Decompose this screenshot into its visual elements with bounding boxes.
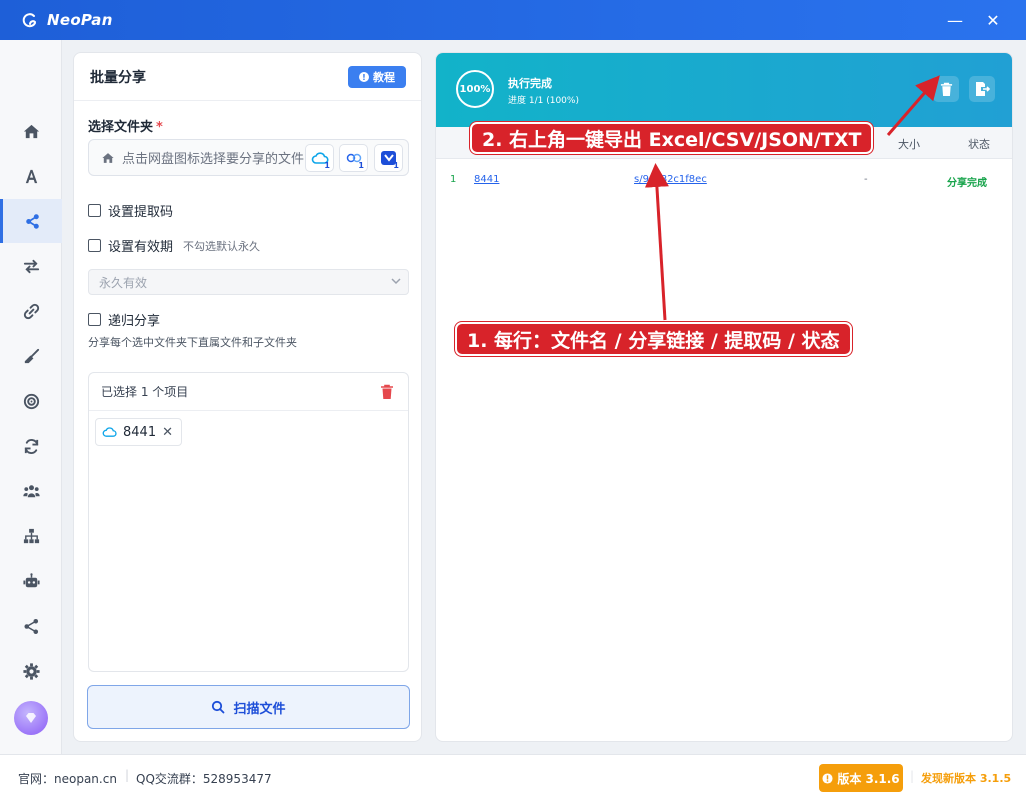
- nav-sitemap[interactable]: [0, 514, 62, 558]
- cloud-drive-button-3[interactable]: 1: [374, 144, 403, 172]
- recursive-label: 递归分享: [108, 314, 161, 329]
- version-label: 版本 3.1.6: [837, 771, 900, 786]
- remove-item-icon[interactable]: ✕: [162, 425, 173, 440]
- home-icon: [23, 124, 39, 138]
- broom-icon: [24, 348, 39, 363]
- new-version-link[interactable]: 发现新版本 3.1.5: [921, 770, 1011, 786]
- nav-users[interactable]: [0, 469, 62, 513]
- row-annotation: 1. 每行：文件名 / 分享链接 / 提取码 / 状态: [455, 322, 852, 356]
- version-badge[interactable]: 版本 3.1.6: [819, 764, 903, 792]
- nav-share-alt[interactable]: [0, 604, 62, 648]
- recursive-option[interactable]: 递归分享: [88, 310, 160, 329]
- gear-icon: [22, 662, 40, 680]
- selected-items-box: 已选择 1 个项目 8441 ✕: [88, 372, 409, 672]
- row-size: -: [864, 174, 868, 185]
- column-status: 状态: [968, 138, 990, 151]
- qq-group: QQ交流群：528953477: [136, 772, 272, 786]
- share-alt-icon: [23, 618, 38, 634]
- export-button[interactable]: [969, 76, 995, 102]
- table-row: 1 8441 s/9xe82c1f8ec - 分享完成: [436, 168, 1012, 194]
- status-progress: 进度 1/1 (100%): [508, 96, 579, 106]
- share-nodes-icon: [26, 213, 39, 229]
- expiry-select-value: 永久有效: [99, 275, 148, 290]
- expiry-select[interactable]: 永久有效: [88, 269, 409, 295]
- user-avatar[interactable]: [14, 701, 48, 735]
- nav-sync[interactable]: [0, 424, 62, 468]
- info-icon: [822, 772, 833, 784]
- chevron-down-icon: [391, 278, 401, 285]
- set-expiry-option[interactable]: 设置有效期 不勾选默认永久: [88, 236, 260, 255]
- nav-clean[interactable]: [0, 334, 62, 378]
- cloud-icon: [102, 427, 117, 437]
- expiry-hint: 不勾选默认永久: [183, 239, 261, 253]
- sync-icon: [24, 438, 38, 454]
- status-title: 执行完成: [508, 77, 552, 90]
- folder-label: 选择文件夹 *: [88, 120, 163, 135]
- nav-robot[interactable]: [0, 559, 62, 603]
- folder-input[interactable]: 点击网盘图标选择要分享的文件夹 1 1 1: [88, 139, 409, 176]
- set-expiry-checkbox[interactable]: [88, 239, 101, 252]
- robot-icon: [22, 572, 40, 587]
- panel-title: 批量分享: [90, 69, 146, 86]
- set-expiry-label: 设置有效期: [108, 240, 174, 255]
- result-header: 100% 执行完成 进度 1/1 (100%): [436, 53, 1012, 127]
- nav-font[interactable]: [0, 154, 62, 198]
- nav-link[interactable]: [0, 289, 62, 333]
- footer-separator: |: [125, 768, 130, 782]
- clear-results-button[interactable]: [933, 76, 959, 102]
- sitemap-icon: [23, 528, 39, 543]
- set-code-checkbox[interactable]: [88, 204, 101, 217]
- export-annotation: 2. 右上角一键导出 Excel/CSV/JSON/TXT: [470, 122, 874, 154]
- font-icon: [25, 169, 37, 183]
- search-icon: [212, 700, 225, 714]
- export-icon: [976, 82, 990, 96]
- info-icon: !: [359, 72, 369, 82]
- folder-placeholder: 点击网盘图标选择要分享的文件夹: [122, 152, 304, 167]
- nav-target[interactable]: [0, 379, 62, 423]
- nav-settings[interactable]: [0, 649, 62, 693]
- title-bar: NeoPan — ✕: [0, 0, 1026, 40]
- selected-count: 已选择 1 个项目: [101, 385, 189, 399]
- set-code-option[interactable]: 设置提取码: [88, 201, 173, 220]
- selected-header: 已选择 1 个项目: [89, 373, 408, 411]
- gem-icon: [26, 713, 36, 723]
- scan-label: 扫描文件: [233, 701, 286, 717]
- nav-home[interactable]: [0, 109, 62, 153]
- panel-header: 批量分享 ! 教程: [74, 53, 421, 101]
- status-bar: 官网：neopan.cn | QQ交流群：528953477 版本 3.1.6 …: [0, 754, 1026, 800]
- selected-item-chip: 8441 ✕: [95, 418, 182, 446]
- trash-icon[interactable]: [380, 384, 394, 400]
- close-button[interactable]: ✕: [970, 0, 1016, 40]
- recursive-checkbox[interactable]: [88, 313, 101, 326]
- target-icon: [23, 393, 39, 409]
- batch-share-panel: 批量分享 ! 教程 选择文件夹 * 点击网盘图标选择要分享的文件夹 1 1 1 设…: [73, 52, 422, 742]
- column-size: 大小: [898, 138, 920, 151]
- nav-share[interactable]: [0, 199, 62, 243]
- footer-separator: |: [910, 769, 915, 783]
- set-code-label: 设置提取码: [108, 205, 174, 220]
- row-filename[interactable]: 8441: [474, 174, 499, 185]
- link-icon: [23, 303, 39, 319]
- progress-ring: 100%: [456, 70, 494, 108]
- cloud-drive-button-1[interactable]: 1: [305, 144, 334, 172]
- row-index: 1: [450, 174, 457, 185]
- sidebar-nav: [0, 40, 62, 754]
- tutorial-label: 教程: [373, 71, 395, 84]
- recursive-hint: 分享每个选中文件夹下直属文件和子文件夹: [88, 336, 297, 349]
- app-title: NeoPan: [47, 11, 113, 29]
- tutorial-button[interactable]: ! 教程: [348, 66, 406, 88]
- nav-transfer[interactable]: [0, 244, 62, 288]
- trash-icon: [940, 82, 952, 96]
- official-site[interactable]: 官网：neopan.cn: [18, 770, 117, 787]
- transfer-arrows-icon: [23, 259, 39, 273]
- scan-files-button[interactable]: 扫描文件: [87, 685, 410, 729]
- chip-label: 8441: [123, 424, 157, 440]
- result-panel: 100% 执行完成 进度 1/1 (100%) 大小 状态 1 8441 s/9…: [435, 52, 1013, 742]
- users-icon: [22, 484, 40, 497]
- row-share-link[interactable]: s/9xe82c1f8ec: [634, 174, 707, 185]
- neopan-logo-icon: [22, 13, 36, 28]
- home-icon: [102, 152, 114, 163]
- row-status: 分享完成: [947, 178, 987, 189]
- cloud-drive-button-2[interactable]: 1: [339, 144, 368, 172]
